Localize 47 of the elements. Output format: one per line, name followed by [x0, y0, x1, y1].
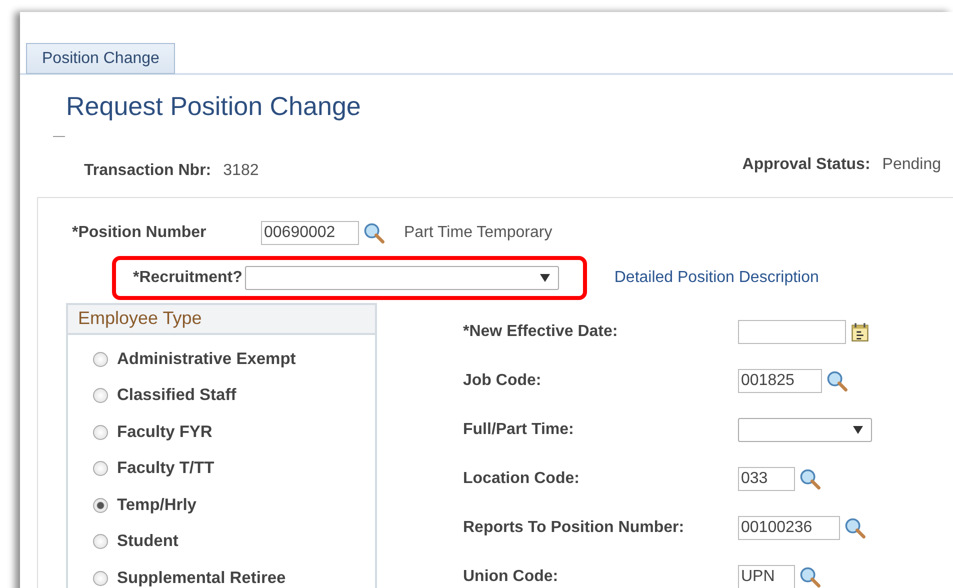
search-icon[interactable]	[363, 222, 385, 244]
field-label: *New Effective Date:	[463, 322, 619, 340]
panel-header: Employee Type	[68, 305, 375, 335]
field-value: 3182	[223, 162, 259, 180]
input-field[interactable]: 00100236	[738, 516, 840, 540]
field-label: Union Code:	[463, 568, 560, 586]
radio-button[interactable]	[93, 570, 108, 586]
search-icon[interactable]	[799, 468, 821, 490]
search-icon[interactable]	[799, 566, 821, 588]
radio-button[interactable]	[93, 461, 108, 476]
search-icon[interactable]	[844, 516, 866, 538]
option-label: Student	[117, 532, 178, 552]
date-field[interactable]	[738, 320, 846, 344]
caret-icon	[540, 274, 550, 282]
radio-button[interactable]	[93, 534, 108, 550]
input-field[interactable]: 001825	[738, 368, 822, 392]
field-label: Transaction Nbr:	[84, 162, 212, 180]
position-description: Part Time Temporary	[404, 224, 552, 242]
option-label: Classified Staff	[117, 386, 236, 406]
caret-icon	[853, 426, 863, 434]
field-label: Full/Part Time:	[463, 420, 575, 438]
option-label: Faculty FYR	[117, 422, 212, 442]
link[interactable]: Detailed Position Description	[614, 269, 819, 287]
radio-button[interactable]	[93, 424, 108, 440]
field-label: Location Code:	[463, 470, 580, 488]
option-label: Temp/Hrly	[117, 496, 196, 515]
field-label: Approval Status:	[742, 156, 870, 174]
radio-button[interactable]	[93, 352, 108, 367]
dropdown[interactable]	[738, 418, 872, 442]
input-field[interactable]: 033	[738, 466, 795, 490]
tab[interactable]: Position Change	[26, 43, 176, 74]
field-label: Job Code:	[463, 372, 542, 390]
field-label: Reports To Position Number:	[463, 518, 686, 536]
field-label: *Recruitment?	[133, 269, 242, 287]
input-field[interactable]: UPN	[738, 564, 795, 588]
calendar-icon[interactable]	[851, 322, 869, 342]
option-label: Supplemental Retiree	[117, 568, 286, 588]
radio-button[interactable]	[93, 388, 108, 404]
page-title: Request Position Change	[66, 90, 362, 122]
search-icon[interactable]	[826, 370, 848, 392]
dropdown[interactable]	[245, 266, 560, 290]
input-field[interactable]: 00690002	[261, 221, 359, 245]
field-label: *Position Number	[72, 224, 208, 242]
field-value: Pending	[882, 156, 941, 174]
option-label: Administrative Exempt	[117, 350, 296, 369]
radio-button[interactable]	[93, 498, 108, 513]
option-label: Faculty T/TT	[117, 459, 214, 478]
